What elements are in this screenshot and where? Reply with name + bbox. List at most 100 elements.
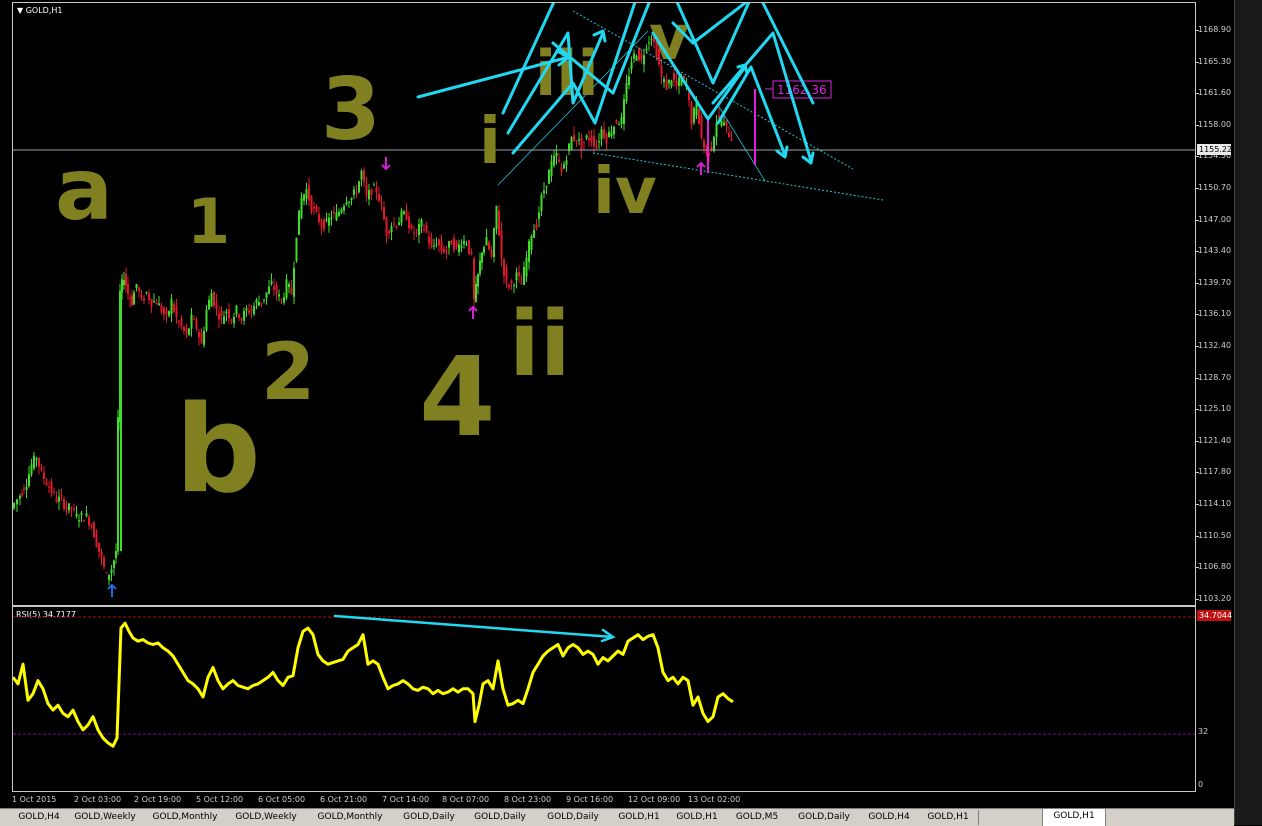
candle-body	[413, 232, 415, 234]
candle-body	[403, 211, 405, 214]
chart-tab[interactable]: GOLD,Monthly	[306, 810, 395, 825]
candle-body	[423, 229, 425, 231]
candle-body	[318, 213, 320, 222]
candle-body	[163, 307, 165, 315]
candle-body	[108, 574, 110, 581]
candle-body	[628, 76, 630, 85]
chart-tab[interactable]: GOLD,H1	[610, 810, 669, 825]
candle-body	[440, 241, 443, 251]
candle-body	[350, 198, 353, 201]
candle-body	[78, 520, 80, 522]
candle-body	[490, 250, 493, 257]
chart-tab[interactable]: GOLD,Weekly	[66, 810, 145, 825]
chart-tab[interactable]: GOLD,H4	[12, 810, 67, 825]
candle-body	[495, 205, 498, 230]
candle-body	[638, 48, 640, 61]
candle-body	[233, 316, 235, 324]
chart-tab[interactable]: GOLD,H1	[668, 810, 727, 825]
candle-body	[193, 319, 195, 321]
candle-body	[188, 328, 190, 335]
candle-body	[230, 319, 233, 322]
chart-tab[interactable]: GOLD,Weekly	[226, 810, 307, 825]
rsi-axis[interactable]: 34.7044 32 0	[1196, 606, 1234, 792]
candle-body	[675, 80, 678, 86]
candle-body	[360, 170, 363, 180]
candle-body	[625, 83, 628, 102]
candle-body	[555, 152, 558, 157]
price-tick-label: 1139.70	[1198, 277, 1232, 287]
candle-body	[180, 318, 183, 327]
candle-body	[110, 569, 113, 574]
candle-body	[205, 309, 208, 331]
chart-tab[interactable]: GOLD,Daily	[788, 810, 861, 825]
rsi-indicator-panel[interactable]: RSI(5) 34.7177	[12, 606, 1196, 792]
chart-window[interactable]: ▼ GOLD,H1 1162.36 a b 1 2 3 4 i ii iii i…	[0, 0, 1262, 826]
candle-body	[445, 250, 448, 252]
candle-body	[158, 303, 160, 306]
candle-body	[288, 284, 290, 288]
price-tick-label: 1114.10	[1198, 499, 1232, 508]
candle-body	[30, 464, 33, 475]
candle-body	[153, 301, 155, 303]
candle-body	[283, 297, 285, 303]
candle-body	[115, 551, 117, 559]
candle-body	[70, 507, 73, 509]
candle-body	[143, 298, 145, 301]
chart-tab[interactable]: GOLD,Daily	[464, 810, 537, 825]
candle-body	[290, 287, 293, 295]
price-chart-panel[interactable]: ▼ GOLD,H1 1162.36 a b 1 2 3 4 i ii iii i…	[12, 2, 1196, 606]
candle-body	[463, 240, 465, 245]
candle-body	[175, 305, 178, 318]
candle-body	[38, 457, 40, 467]
candle-body	[373, 184, 375, 186]
candle-body	[405, 210, 408, 220]
candle-body	[33, 455, 35, 469]
candle-body	[105, 572, 108, 574]
chart-tab[interactable]: GOLD,M5	[726, 810, 789, 825]
candle-body	[35, 458, 38, 461]
candle-body	[543, 190, 545, 194]
chart-tab[interactable]: GOLD,H4	[860, 810, 919, 825]
candle-body	[415, 229, 418, 231]
candle-body	[548, 169, 550, 184]
rsi-mid-label: 32	[1198, 727, 1209, 736]
candle-body	[168, 311, 170, 316]
chart-tab-bar[interactable]: GOLD,H4 GOLD,Weekly GOLD,Monthly GOLD,Weekl…	[0, 808, 1234, 826]
candle-body	[503, 259, 505, 276]
price-tick-label: 1132.40	[1198, 341, 1232, 350]
candle-body	[583, 141, 585, 143]
candle-body	[265, 292, 268, 298]
wave-label-1: 1	[187, 185, 230, 258]
fractal-arrow-up-magenta	[468, 305, 478, 319]
time-label: 8 Oct 23:00	[504, 795, 552, 804]
candle-body	[600, 129, 603, 140]
price-axis[interactable]: 1168.90 1165.30 1161.60 1158.00 1154.30 1150.…	[1196, 2, 1234, 606]
candle-body	[395, 226, 398, 229]
chart-tab[interactable]: GOLD,H1	[1042, 809, 1106, 826]
chart-tab[interactable]: GOLD,Daily	[536, 810, 611, 825]
chart-tab[interactable]: GOLD,Daily	[394, 810, 465, 825]
price-chart-svg[interactable]: 1162.36 a b 1 2 3 4 i ii iii iv v	[13, 3, 1196, 606]
candle-body	[13, 503, 15, 509]
thin-line-2	[717, 104, 766, 182]
candle-body	[240, 318, 243, 321]
candle-body	[479, 260, 481, 274]
chart-tab[interactable]: GOLD,Monthly	[144, 810, 227, 825]
candle-body	[68, 503, 70, 511]
candle-body	[117, 417, 119, 552]
candle-body	[210, 293, 213, 307]
chart-tab[interactable]: GOLD,H1	[918, 810, 979, 825]
candle-body	[45, 481, 48, 486]
candle-body	[603, 129, 605, 138]
candle-body	[553, 155, 555, 166]
candle-body	[285, 279, 288, 299]
candle-body	[200, 332, 203, 344]
candle-body	[485, 237, 488, 246]
candle-body	[428, 236, 430, 244]
candle-body	[550, 161, 553, 176]
candle-body	[48, 486, 50, 488]
rsi-chart-svg[interactable]	[13, 607, 1196, 792]
candle-body	[248, 310, 250, 313]
fractal-arrow-up-magenta-2	[696, 161, 706, 175]
price-tick-label: 1161.60	[1198, 88, 1232, 98]
